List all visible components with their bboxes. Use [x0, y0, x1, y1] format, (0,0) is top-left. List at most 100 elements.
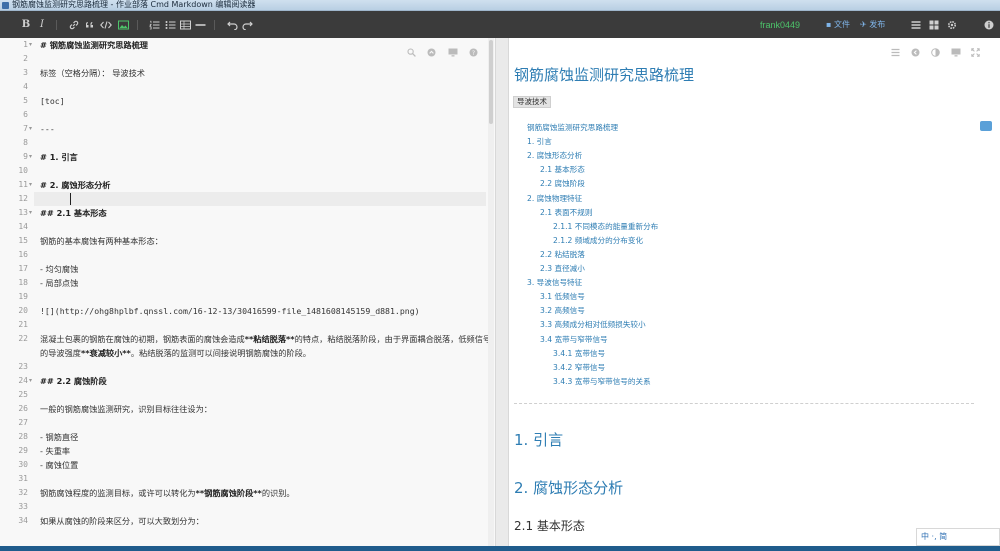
file-menu[interactable]: ▪ 文件 [826, 17, 850, 33]
info-button[interactable] [983, 17, 995, 33]
user-name[interactable]: frank0449 [760, 17, 800, 33]
toggle-toolbar-icon[interactable] [427, 48, 436, 57]
monitor-icon[interactable] [951, 48, 961, 57]
code-line[interactable]: # 2. 腐蚀形态分析 [40, 178, 492, 192]
code-line[interactable] [40, 108, 492, 122]
toc-link[interactable]: 钢筋腐蚀监测研究思路梳理 [527, 122, 618, 134]
editor-scrollbar[interactable] [488, 38, 494, 546]
toc-link[interactable]: 3.4.2 窄带信号 [553, 362, 605, 374]
image-button[interactable] [117, 17, 129, 33]
markdown-editor[interactable]: 1 ▾ 2 3 4 5 6 7 ▾ 8 9 ▾ 10 11 ▾ 12 13 ▾ 14 15 16 17 18 19 20 21 22… [0, 38, 497, 546]
undo-icon [226, 21, 238, 30]
toc-link[interactable]: 3.1 低频信号 [540, 291, 585, 303]
fullscreen-icon[interactable] [971, 48, 980, 57]
sync-scroll-icon[interactable] [911, 48, 920, 57]
code-line[interactable]: - 均匀腐蚀 [40, 262, 492, 276]
toc-link[interactable]: 1. 引言 [527, 136, 552, 148]
document-list-button[interactable] [910, 17, 922, 33]
code-line[interactable]: ## 2.2 腐蚀阶段 [40, 374, 492, 388]
code-line[interactable]: 混凝土包裹的钢筋在腐蚀的初期，钢筋表面的腐蚀会造成**粘结脱落**的特点，粘结脱… [40, 332, 492, 360]
help-icon[interactable]: ? [469, 48, 478, 57]
search-icon[interactable] [407, 48, 416, 57]
code-line[interactable] [40, 136, 492, 150]
unordered-list-button[interactable] [164, 17, 176, 33]
horizontal-rule-button[interactable] [194, 17, 206, 33]
bold-button[interactable]: B [20, 17, 32, 33]
code-line[interactable] [40, 220, 492, 234]
code-line[interactable] [40, 472, 492, 486]
toc-link[interactable]: 3.4.1 宽带信号 [553, 348, 605, 360]
line-number: 8 [23, 138, 28, 147]
code-line[interactable]: 钢筋的基本腐蚀有两种基本形态： [40, 234, 492, 248]
toc-link[interactable]: 2. 腐蚀物理特征 [527, 193, 582, 205]
toc-link[interactable]: 2.3 直径减小 [540, 263, 585, 275]
code-line[interactable] [40, 500, 492, 514]
toc-link[interactable]: 2.1 基本形态 [540, 164, 585, 176]
code-line[interactable]: # 钢筋腐蚀监测研究思路梳理 [40, 38, 492, 52]
toc-link[interactable]: 3.4 宽带与窄带信号 [540, 334, 608, 346]
code-line[interactable] [40, 290, 492, 304]
code-line[interactable] [40, 318, 492, 332]
code-line[interactable]: 一般的钢筋腐蚀监测研究，识别目标往往设为： [40, 402, 492, 416]
toc-link[interactable]: 2. 腐蚀形态分析 [527, 150, 582, 162]
toc-link[interactable]: 2.1.2 频域成分的分布变化 [553, 235, 643, 247]
code-line[interactable]: 如果从腐蚀的阶段来区分，可以大致划分为： [40, 514, 492, 528]
code-line[interactable] [40, 248, 492, 262]
toc-link[interactable]: 2.2 腐蚀阶段 [540, 178, 585, 190]
toc-link[interactable]: 3. 导波信号特征 [527, 277, 582, 289]
theme-button[interactable] [928, 17, 940, 33]
fold-arrow-icon[interactable]: ▾ [29, 374, 32, 388]
code-line[interactable]: 钢筋腐蚀程度的监测目标，或许可以转化为**钢筋腐蚀阶段**的识别。 [40, 486, 492, 500]
code-line[interactable]: --- [40, 122, 492, 136]
preview-tag[interactable]: 导波技术 [513, 96, 551, 108]
link-button[interactable] [68, 17, 80, 33]
code-line[interactable]: - 腐蚀位置 [40, 458, 492, 472]
toc-link[interactable]: 2.2 粘结脱落 [540, 249, 585, 261]
fold-arrow-icon[interactable]: ▾ [29, 122, 32, 136]
code-line[interactable]: ## 2.1 基本形态 [40, 206, 492, 220]
settings-button[interactable] [946, 17, 958, 33]
fold-arrow-icon[interactable]: ▾ [29, 206, 32, 220]
fold-arrow-icon[interactable]: ▾ [29, 178, 32, 192]
toc-link[interactable]: 3.4.3 宽带与窄带信号的关系 [553, 376, 651, 388]
pane-divider[interactable] [495, 38, 509, 546]
window-title-bar[interactable]: 钢筋腐蚀监测研究思路梳理 - 作业部落 Cmd Markdown 编辑阅读器 [0, 0, 1000, 11]
toc-link[interactable]: 2.1 表面不规则 [540, 207, 592, 219]
code-area[interactable]: # 钢筋腐蚀监测研究思路梳理 标签（空格分隔）： 导波技术 [toc] --- # 1.… [34, 38, 491, 546]
redo-button[interactable] [241, 17, 253, 33]
code-line[interactable] [40, 164, 492, 178]
fold-arrow-icon[interactable]: ▾ [29, 150, 32, 164]
code-line[interactable]: [toc] [40, 94, 492, 108]
code-line[interactable] [40, 192, 492, 206]
code-button[interactable] [100, 17, 112, 33]
contrast-icon[interactable] [931, 48, 940, 57]
code-line[interactable] [40, 360, 492, 374]
toc-icon[interactable] [891, 48, 900, 57]
code-line[interactable] [40, 388, 492, 402]
ordered-list-button[interactable] [148, 17, 160, 33]
undo-button[interactable] [226, 17, 238, 33]
toolbar-separator [137, 20, 138, 30]
italic-button[interactable]: I [36, 17, 48, 33]
table-button[interactable] [179, 17, 191, 33]
toc-link[interactable]: 2.1.1 不同模态的能量重新分布 [553, 221, 658, 233]
code-line[interactable]: - 局部点蚀 [40, 276, 492, 290]
line-number: 18 [18, 278, 28, 287]
code-line[interactable]: ![](http://ohg8hplbf.qnssl.com/16-12-13/… [40, 304, 492, 318]
fold-arrow-icon[interactable]: ▾ [29, 38, 32, 52]
code-line[interactable]: 标签（空格分隔）： 导波技术 [40, 66, 492, 80]
publish-menu[interactable]: ✈ 发布 [860, 17, 885, 33]
ime-toolbar[interactable]: 中 ·, 简 [916, 528, 1000, 546]
toc-link[interactable]: 3.3 高频成分相对低频损失较小 [540, 319, 646, 331]
chat-icon[interactable] [980, 121, 992, 131]
code-line[interactable]: - 钢筋直径 [40, 430, 492, 444]
code-line[interactable]: - 失重率 [40, 444, 492, 458]
code-line[interactable] [40, 52, 492, 66]
code-line[interactable] [40, 416, 492, 430]
editor-scroll-thumb[interactable] [489, 40, 493, 124]
code-line[interactable]: # 1. 引言 [40, 150, 492, 164]
monitor-icon[interactable] [448, 48, 458, 57]
quote-button[interactable] [84, 17, 96, 33]
toc-link[interactable]: 3.2 高频信号 [540, 305, 585, 317]
code-line[interactable] [40, 80, 492, 94]
